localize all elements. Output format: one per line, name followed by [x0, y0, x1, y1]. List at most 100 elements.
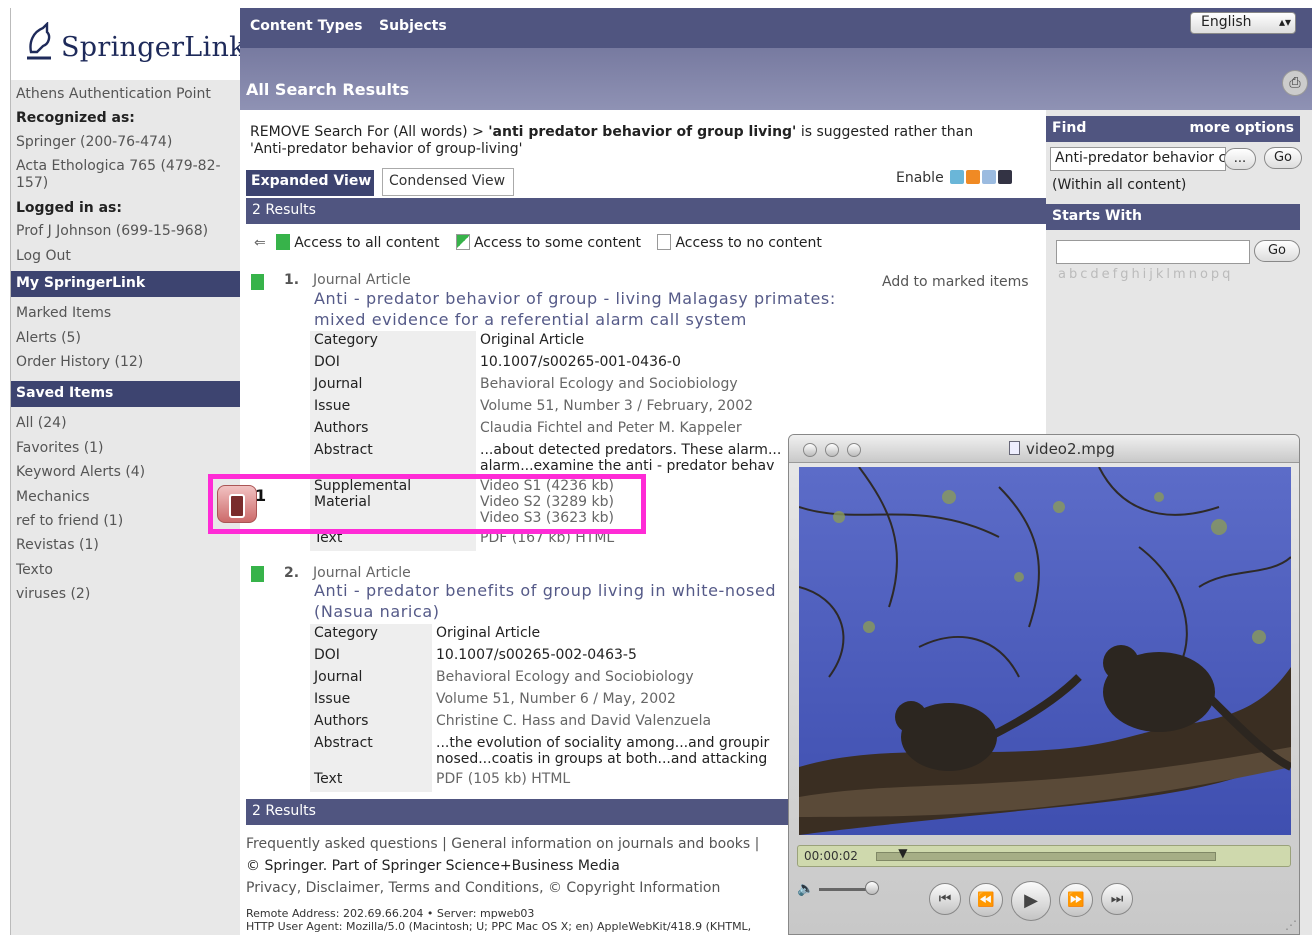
find-go-button[interactable]: Go — [1264, 147, 1302, 169]
meta-value: Original Article — [436, 625, 541, 641]
close-window-icon[interactable] — [803, 443, 817, 457]
saved-items-header: Saved Items — [11, 381, 241, 407]
language-select[interactable]: English ▴▾ — [1190, 12, 1296, 34]
skip-back-icon[interactable]: ⏮ — [929, 883, 961, 915]
meta-key: Journal — [310, 375, 476, 397]
result-title-link[interactable]: Anti - predator behavior of group - livi… — [314, 288, 836, 330]
browse-button[interactable]: ... — [1224, 148, 1256, 170]
nav-subjects[interactable]: Subjects — [379, 18, 447, 34]
email-icon[interactable] — [982, 170, 997, 184]
title-line: Anti - predator benefits of group living… — [314, 581, 777, 600]
add-to-marked-link[interactable]: Add to marked items — [882, 274, 1029, 290]
quicktime-window[interactable]: video2.mpg 00:00:02 ▼ 🔈 ⏮ ⏪ ▶ ⏩ ⏭ ⋰ — [788, 434, 1300, 935]
within-label: (Within all content) — [1052, 177, 1187, 193]
athens-link[interactable]: Athens Authentication Point — [16, 86, 211, 102]
original-query: 'Anti-predator behavior of group-living' — [250, 141, 523, 157]
find-input[interactable]: Anti-predator behavior c — [1050, 147, 1226, 171]
saved-item[interactable]: Mechanics — [16, 489, 90, 505]
saved-item[interactable]: Favorites (1) — [16, 440, 104, 456]
fast-forward-icon[interactable]: ⏩ — [1059, 883, 1093, 917]
timeline-track[interactable] — [876, 852, 1216, 861]
table-row: Journal Behavioral Ecology and Sociobiolo… — [310, 375, 785, 397]
rewind-icon[interactable]: ⏪ — [969, 883, 1003, 917]
saved-item[interactable]: All (24) — [16, 415, 67, 431]
meta-key: Authors — [310, 712, 432, 734]
window-titlebar[interactable]: video2.mpg — [789, 435, 1299, 463]
authors-link[interactable]: Christine C. Hass and David Valenzuela — [436, 713, 711, 729]
starts-with-go-button[interactable]: Go — [1254, 240, 1300, 262]
find-header: Find more options — [1046, 116, 1300, 142]
volume-slider[interactable] — [819, 888, 871, 891]
saved-item[interactable]: Texto — [16, 562, 53, 578]
resize-grip-icon[interactable]: ⋰ — [1285, 918, 1297, 932]
fulltext-link[interactable]: PDF (105 kb) HTML — [436, 771, 570, 787]
refresh-icon[interactable] — [950, 170, 965, 184]
language-value: English — [1201, 14, 1252, 30]
playhead-icon[interactable]: ▼ — [898, 846, 907, 860]
journal-link[interactable]: Behavioral Ecology and Sociobiology — [480, 376, 738, 392]
table-row: Text PDF (105 kb) HTML — [310, 770, 773, 792]
rss-icon[interactable] — [966, 170, 981, 184]
access-legend: ⇐ Access to all content Access to some c… — [254, 234, 834, 251]
timecode: 00:00:02 — [804, 849, 858, 863]
table-row: DOI 10.1007/s00265-001-0436-0 — [310, 353, 785, 375]
springer-horse-icon — [27, 22, 51, 60]
result-type: Journal Article — [313, 565, 411, 581]
volume-icon: 🔈 — [797, 881, 815, 897]
logged-in-label: Logged in as: — [16, 200, 122, 216]
more-options-link[interactable]: more options — [1189, 120, 1294, 136]
alphabet-links[interactable]: abcdefghijklmnopq — [1058, 267, 1312, 282]
meta-key: DOI — [310, 646, 432, 668]
window-title-text: video2.mpg — [1026, 440, 1115, 458]
document-icon — [1009, 441, 1020, 455]
nav-content-types[interactable]: Content Types — [250, 18, 362, 34]
recognized-org: Acta Ethologica 765 (479-82-157) — [16, 158, 221, 191]
legend-some: Access to some content — [473, 235, 641, 251]
tab-condensed-view[interactable]: Condensed View — [382, 168, 514, 196]
tab-expanded-view[interactable]: Expanded View — [246, 170, 374, 196]
meta-key: Category — [310, 624, 432, 646]
authors-link[interactable]: Claudia Fichtel and Peter M. Kappeler — [480, 420, 742, 436]
zoom-window-icon[interactable] — [847, 443, 861, 457]
suggested-query-link[interactable]: 'anti predator behavior of group living' — [488, 124, 796, 140]
saved-item[interactable]: viruses (2) — [16, 586, 90, 602]
back-arrow-icon[interactable]: ⇐ — [254, 235, 266, 251]
logout-link[interactable]: Log Out — [16, 248, 71, 264]
footer-links[interactable]: Frequently asked questions | General inf… — [246, 836, 759, 852]
journal-link[interactable]: Behavioral Ecology and Sociobiology — [436, 669, 694, 685]
volume-knob[interactable] — [865, 881, 879, 895]
window-title: video2.mpg — [1009, 440, 1115, 458]
legend-none: Access to no content — [675, 235, 822, 251]
legend-all: Access to all content — [294, 235, 440, 251]
play-icon[interactable]: ▶ — [1011, 881, 1051, 921]
saved-item[interactable]: ref to friend (1) — [16, 513, 123, 529]
issue-link[interactable]: Volume 51, Number 6 / May, 2002 — [436, 691, 676, 707]
print-icon[interactable]: ⎙ — [1282, 70, 1308, 96]
table-row: Authors Christine C. Hass and David Valen… — [310, 712, 773, 734]
result-title-link[interactable]: Anti - predator benefits of group living… — [314, 580, 776, 622]
saved-item[interactable]: Revistas (1) — [16, 537, 99, 553]
remote-address: Remote Address: 202.69.66.204 • Server: … — [246, 907, 535, 920]
saved-item[interactable]: Keyword Alerts (4) — [16, 464, 145, 480]
save-icon[interactable] — [998, 170, 1013, 184]
issue-link[interactable]: Volume 51, Number 3 / February, 2002 — [480, 398, 753, 414]
result-number: 1. — [284, 272, 300, 288]
select-arrows-icon: ▴▾ — [1278, 15, 1291, 29]
table-row: DOI 10.1007/s00265-002-0463-5 — [310, 646, 773, 668]
logo-text: SpringerLink — [61, 32, 246, 63]
springerlink-logo[interactable]: SpringerLink — [11, 8, 245, 80]
remove-link[interactable]: REMOVE — [250, 124, 310, 140]
sidebar-item-alerts[interactable]: Alerts (5) — [16, 330, 81, 346]
starts-with-input[interactable] — [1056, 240, 1250, 264]
abstract-text: nosed...coatis in groups at both...and a… — [436, 751, 768, 767]
skip-forward-icon[interactable]: ⏭ — [1101, 883, 1133, 915]
sidebar: SpringerLink Athens Authentication Point… — [10, 8, 245, 935]
copyright: © Springer. Part of Springer Science+Bus… — [246, 858, 620, 874]
privacy-links[interactable]: Privacy, Disclaimer, Terms and Condition… — [246, 880, 720, 896]
sidebar-item-order-history[interactable]: Order History (12) — [16, 354, 143, 370]
timeline-bar[interactable]: 00:00:02 ▼ — [797, 845, 1291, 867]
minimize-window-icon[interactable] — [825, 443, 839, 457]
find-label: Find — [1052, 120, 1087, 136]
video-frame[interactable] — [799, 467, 1291, 835]
sidebar-item-marked[interactable]: Marked Items — [16, 305, 111, 321]
